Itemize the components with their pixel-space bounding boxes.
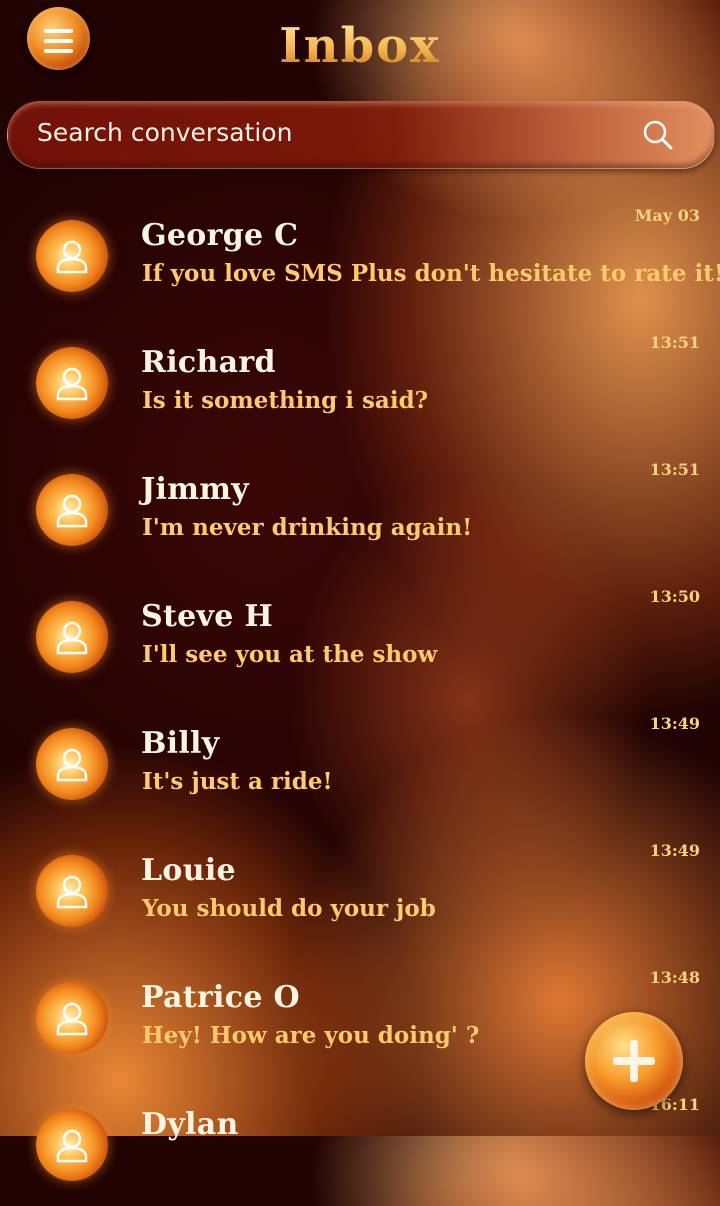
message-time: 13:49 [649,714,700,733]
contact-icon [56,367,88,401]
message-preview: You should do your job [142,895,436,922]
message-preview: I'm never drinking again! [142,514,473,541]
new-message-button[interactable] [585,1012,683,1110]
message-preview: If you love SMS Plus don't hesitate to r… [142,260,720,287]
contact-name: Jimmy [141,472,250,507]
avatar [36,728,108,800]
contact-icon [56,875,88,909]
search-icon[interactable] [642,119,674,151]
message-time: 13:51 [649,460,700,479]
message-preview: I'll see you at the show [142,641,438,668]
contact-name: George C [141,218,299,253]
contact-name: Steve H [141,599,274,634]
page-title: Inbox [0,18,720,74]
message-time: 13:48 [649,968,700,987]
message-time: May 03 [634,206,700,225]
contact-name: Louie [141,853,236,888]
contact-name: Dylan [141,1107,239,1142]
search-input[interactable]: Search conversation [37,118,292,147]
top-bar: Inbox [0,0,720,95]
message-time: 13:50 [649,587,700,606]
contact-name: Richard [141,345,276,380]
conversation-item[interactable]: Louie You should do your job 13:49 [0,825,720,952]
message-time: 13:51 [649,333,700,352]
avatar [36,347,108,419]
avatar [36,220,108,292]
contact-icon [56,1129,88,1163]
contact-icon [56,494,88,528]
contact-icon [56,240,88,274]
contact-name: Billy [141,726,220,761]
avatar [36,982,108,1054]
conversation-item[interactable]: Steve H I'll see you at the show 13:50 [0,571,720,698]
avatar [36,855,108,927]
contact-icon [56,1002,88,1036]
search-bar[interactable]: Search conversation [7,101,715,169]
conversation-item[interactable]: George C If you love SMS Plus don't hesi… [0,190,720,317]
contact-icon [56,748,88,782]
conversation-item[interactable]: Billy It's just a ride! 13:49 [0,698,720,825]
message-time: 13:49 [649,841,700,860]
conversation-item[interactable]: Richard Is it something i said? 13:51 [0,317,720,444]
avatar [36,474,108,546]
message-preview: Is it something i said? [142,387,429,414]
message-preview: It's just a ride! [142,768,333,795]
contact-icon [56,621,88,655]
conversation-item[interactable]: Jimmy I'm never drinking again! 13:51 [0,444,720,571]
contact-name: Patrice O [141,980,300,1015]
avatar [36,601,108,673]
message-preview: Hey! How are you doing' ? [142,1022,480,1049]
avatar [36,1109,108,1181]
